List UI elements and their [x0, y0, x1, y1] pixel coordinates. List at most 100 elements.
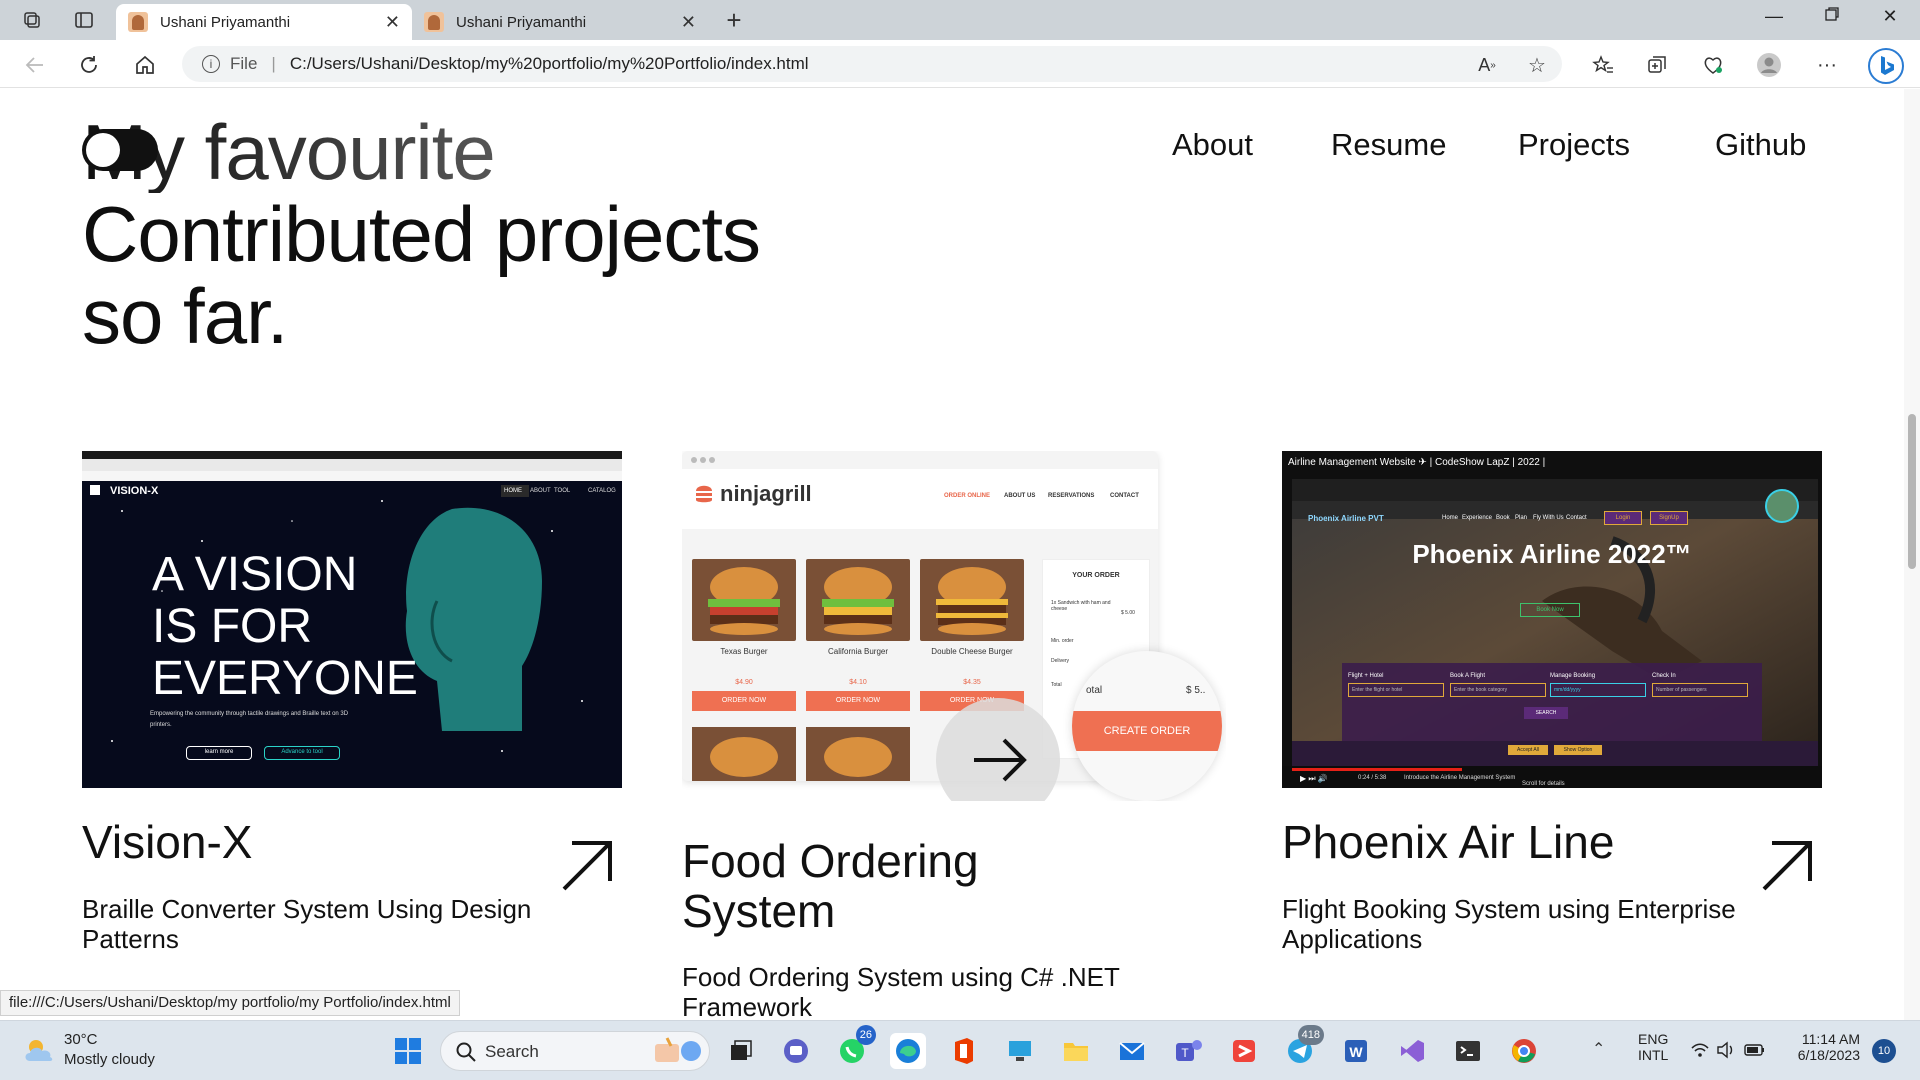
project-title-food-ordering[interactable]: Food Ordering System — [682, 836, 979, 936]
collections-icon[interactable] — [1644, 52, 1670, 78]
profile-avatar-icon[interactable] — [1756, 52, 1782, 78]
project-title-line: System — [682, 885, 836, 937]
anydesk-icon[interactable] — [1226, 1033, 1262, 1069]
wifi-icon[interactable] — [1690, 1041, 1710, 1064]
office-icon[interactable] — [946, 1033, 982, 1069]
taskbar: 30°C Mostly cloudy Search 26 T 418 W ⌃ E… — [0, 1020, 1920, 1080]
more-options-icon[interactable]: ··· — [1814, 52, 1840, 78]
whatsapp-icon[interactable]: 26 — [834, 1025, 876, 1069]
burger-name: Double Cheese Burger — [931, 647, 1013, 656]
vision-x-heading-line: IS FOR — [152, 600, 313, 653]
browser-essentials-icon[interactable] — [1700, 52, 1726, 78]
arrow-up-right-icon[interactable] — [560, 839, 614, 893]
project-title-vision-x[interactable]: Vision-X — [82, 817, 252, 867]
arrow-up-right-icon[interactable] — [1760, 839, 1814, 893]
food-menu-reservations: RESERVATIONS — [1048, 493, 1095, 499]
back-icon[interactable] — [22, 52, 48, 78]
portfolio-page: My favourite Contributed projects so far… — [0, 89, 1904, 1020]
close-window-icon[interactable]: ✕ — [1870, 6, 1910, 27]
visual-studio-icon[interactable] — [1394, 1033, 1430, 1069]
nav-projects[interactable]: Projects — [1518, 127, 1630, 163]
phoenix-screenshot — [1282, 451, 1822, 788]
vision-x-learn-more: learn more — [186, 746, 252, 760]
terminal-icon[interactable] — [1450, 1033, 1486, 1069]
close-tab-icon[interactable]: ✕ — [385, 12, 400, 33]
vision-x-tagline-line: Empowering the community through tactile… — [150, 711, 349, 717]
home-icon[interactable] — [132, 52, 158, 78]
mail-icon[interactable] — [1114, 1033, 1150, 1069]
food-ordering-thumbnail[interactable]: ninjagrill ORDER ONLINE ABOUT US RESERVA… — [682, 451, 1226, 801]
page-scrollbar[interactable] — [1904, 89, 1920, 1020]
taskbar-search[interactable]: Search — [440, 1031, 710, 1071]
food-menu-contact: CONTACT — [1110, 493, 1139, 499]
search-label: Search — [485, 1042, 539, 1061]
vision-x-heading: A VISION IS FOR EVERYONE — [152, 549, 418, 705]
clock-time: 11:14 AM — [1801, 1031, 1860, 1047]
volume-icon[interactable] — [1716, 1041, 1736, 1064]
restore-icon[interactable] — [1812, 6, 1852, 27]
nav-about[interactable]: About — [1172, 127, 1253, 163]
phoenix-menu-experience: Experience — [1462, 515, 1493, 521]
address-url: C:/Users/Ushani/Desktop/my%20portfolio/m… — [289, 54, 809, 73]
clock[interactable]: 11:14 AM 6/18/2023 — [1790, 1031, 1860, 1063]
info-icon[interactable]: i — [202, 55, 220, 73]
favorite-star-icon[interactable]: ☆ — [1524, 52, 1550, 78]
language-indicator[interactable]: ENG INTL — [1638, 1031, 1668, 1063]
theme-toggle[interactable] — [82, 129, 158, 171]
windows-start-icon[interactable] — [390, 1033, 426, 1069]
window-dots-icon — [691, 457, 715, 463]
edge-icon[interactable] — [890, 1033, 926, 1069]
chat-icon[interactable] — [778, 1033, 814, 1069]
favorites-icon[interactable] — [1590, 52, 1616, 78]
burger-image — [806, 559, 910, 641]
minimize-icon[interactable]: — — [1754, 6, 1794, 27]
clock-date: 6/18/2023 — [1797, 1047, 1860, 1063]
scrollbar-thumb[interactable] — [1908, 414, 1916, 569]
tab-actions-icon[interactable] — [72, 8, 96, 32]
tab-inactive[interactable]: Ushani Priyamanthi ✕ — [412, 4, 708, 40]
address-prefix: File — [230, 54, 258, 73]
your-order-heading: YOUR ORDER — [1072, 572, 1120, 579]
tab-title: Ushani Priyamanthi — [160, 13, 291, 31]
phoenix-thumbnail[interactable]: Airline Management Website ✈ | CodeShow … — [1282, 451, 1822, 788]
project-desc-line: Flight Booking System using Enterprise — [1282, 894, 1736, 924]
telegram-icon[interactable]: 418 — [1282, 1025, 1324, 1069]
chrome-icon[interactable] — [1506, 1033, 1542, 1069]
language-layout: INTL — [1638, 1047, 1669, 1063]
project-desc-vision-x: Braille Converter System Using Design Pa… — [82, 894, 532, 954]
file-explorer-icon[interactable] — [1058, 1033, 1094, 1069]
word-icon[interactable]: W — [1338, 1033, 1374, 1069]
address-bar[interactable]: i File | C:/Users/Ushani/Desktop/my%20po… — [182, 46, 1562, 82]
notification-count[interactable]: 10 — [1872, 1039, 1896, 1063]
read-aloud-icon[interactable]: A» — [1474, 52, 1500, 78]
order-line-price: $ 5.00 — [1121, 610, 1135, 616]
nav-resume[interactable]: Resume — [1331, 127, 1446, 163]
tab-active[interactable]: Ushani Priyamanthi ✕ — [116, 4, 412, 40]
weather-cloud-icon[interactable] — [22, 1035, 56, 1065]
remote-desktop-icon[interactable] — [1002, 1033, 1038, 1069]
svg-text:T: T — [1181, 1046, 1189, 1060]
battery-icon[interactable] — [1744, 1043, 1766, 1062]
total-label: Total — [1051, 682, 1062, 688]
vision-x-menu-tool: TOOL — [554, 488, 571, 494]
phoenix-menu-plan: Plan — [1515, 515, 1528, 521]
order-now-button: ORDER NOW — [692, 691, 796, 711]
min-order-label: Min. order — [1051, 638, 1074, 644]
burger-image — [920, 559, 1024, 641]
nav-github[interactable]: Github — [1715, 127, 1806, 163]
workspaces-icon[interactable] — [20, 8, 44, 32]
phoenix-field-label: Manage Booking — [1550, 673, 1596, 679]
vision-x-thumbnail[interactable]: VISION-X HOME ABOUT TOOL CATALOG A VISIO… — [82, 451, 622, 788]
video-scroll-hint: Scroll for details — [1522, 781, 1565, 787]
close-tab-icon[interactable]: ✕ — [681, 12, 696, 33]
chevron-up-icon[interactable]: ⌃ — [1592, 1039, 1605, 1059]
bing-chat-icon[interactable] — [1868, 48, 1904, 84]
task-view-icon[interactable] — [722, 1033, 758, 1069]
project-title-phoenix[interactable]: Phoenix Air Line — [1282, 817, 1614, 867]
new-tab-icon[interactable]: + — [722, 5, 746, 35]
order-line: 1x Sandwich with ham and cheese — [1051, 600, 1111, 612]
phoenix-headline: Phoenix Airline 2022™ — [1412, 539, 1692, 569]
refresh-icon[interactable] — [76, 52, 102, 78]
next-arrow-button — [936, 698, 1060, 801]
teams-icon[interactable]: T — [1170, 1033, 1206, 1069]
